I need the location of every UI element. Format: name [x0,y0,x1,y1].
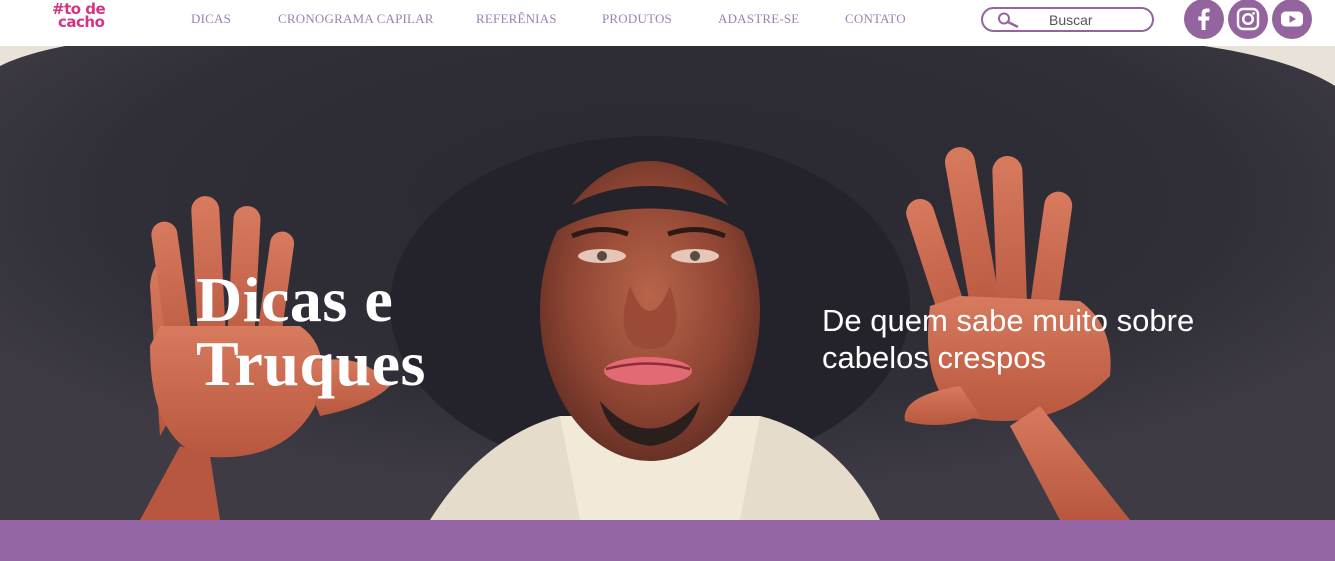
facebook-link[interactable] [1184,0,1224,39]
site-logo[interactable]: #to de cacho [52,2,116,37]
youtube-link[interactable] [1272,0,1312,39]
search-input[interactable] [1023,10,1143,29]
instagram-icon [1236,7,1260,31]
nav-item-contato[interactable]: CONTATO [845,11,906,27]
search-box [981,7,1154,32]
instagram-link[interactable] [1228,0,1268,39]
logo-line-2: cacho [58,13,105,31]
nav-item-produtos[interactable]: PRODUTOS [602,11,672,27]
hero-subtitle: De quem sabe muito sobre cabelos crespos [822,303,1195,375]
hero-title: Dicas e Truques [196,264,426,399]
facebook-icon [1198,8,1210,30]
hero-banner: Dicas e Truques De quem sabe muito sobre… [0,46,1335,520]
nav-item-dicas[interactable]: DICAS [191,11,231,27]
youtube-icon [1281,11,1303,27]
nav-item-referencias[interactable]: REFERÊNIAS [476,11,557,27]
purple-footer-band [0,520,1335,561]
nav-item-cronograma-capilar[interactable]: CRONOGRAMA CAPILAR [278,11,434,27]
site-header: #to de cacho DICAS CRONOGRAMA CAPILAR RE… [0,0,1335,46]
nav-item-cadastre-se[interactable]: ADASTRE-SE [718,11,799,27]
search-icon[interactable] [997,12,1019,28]
